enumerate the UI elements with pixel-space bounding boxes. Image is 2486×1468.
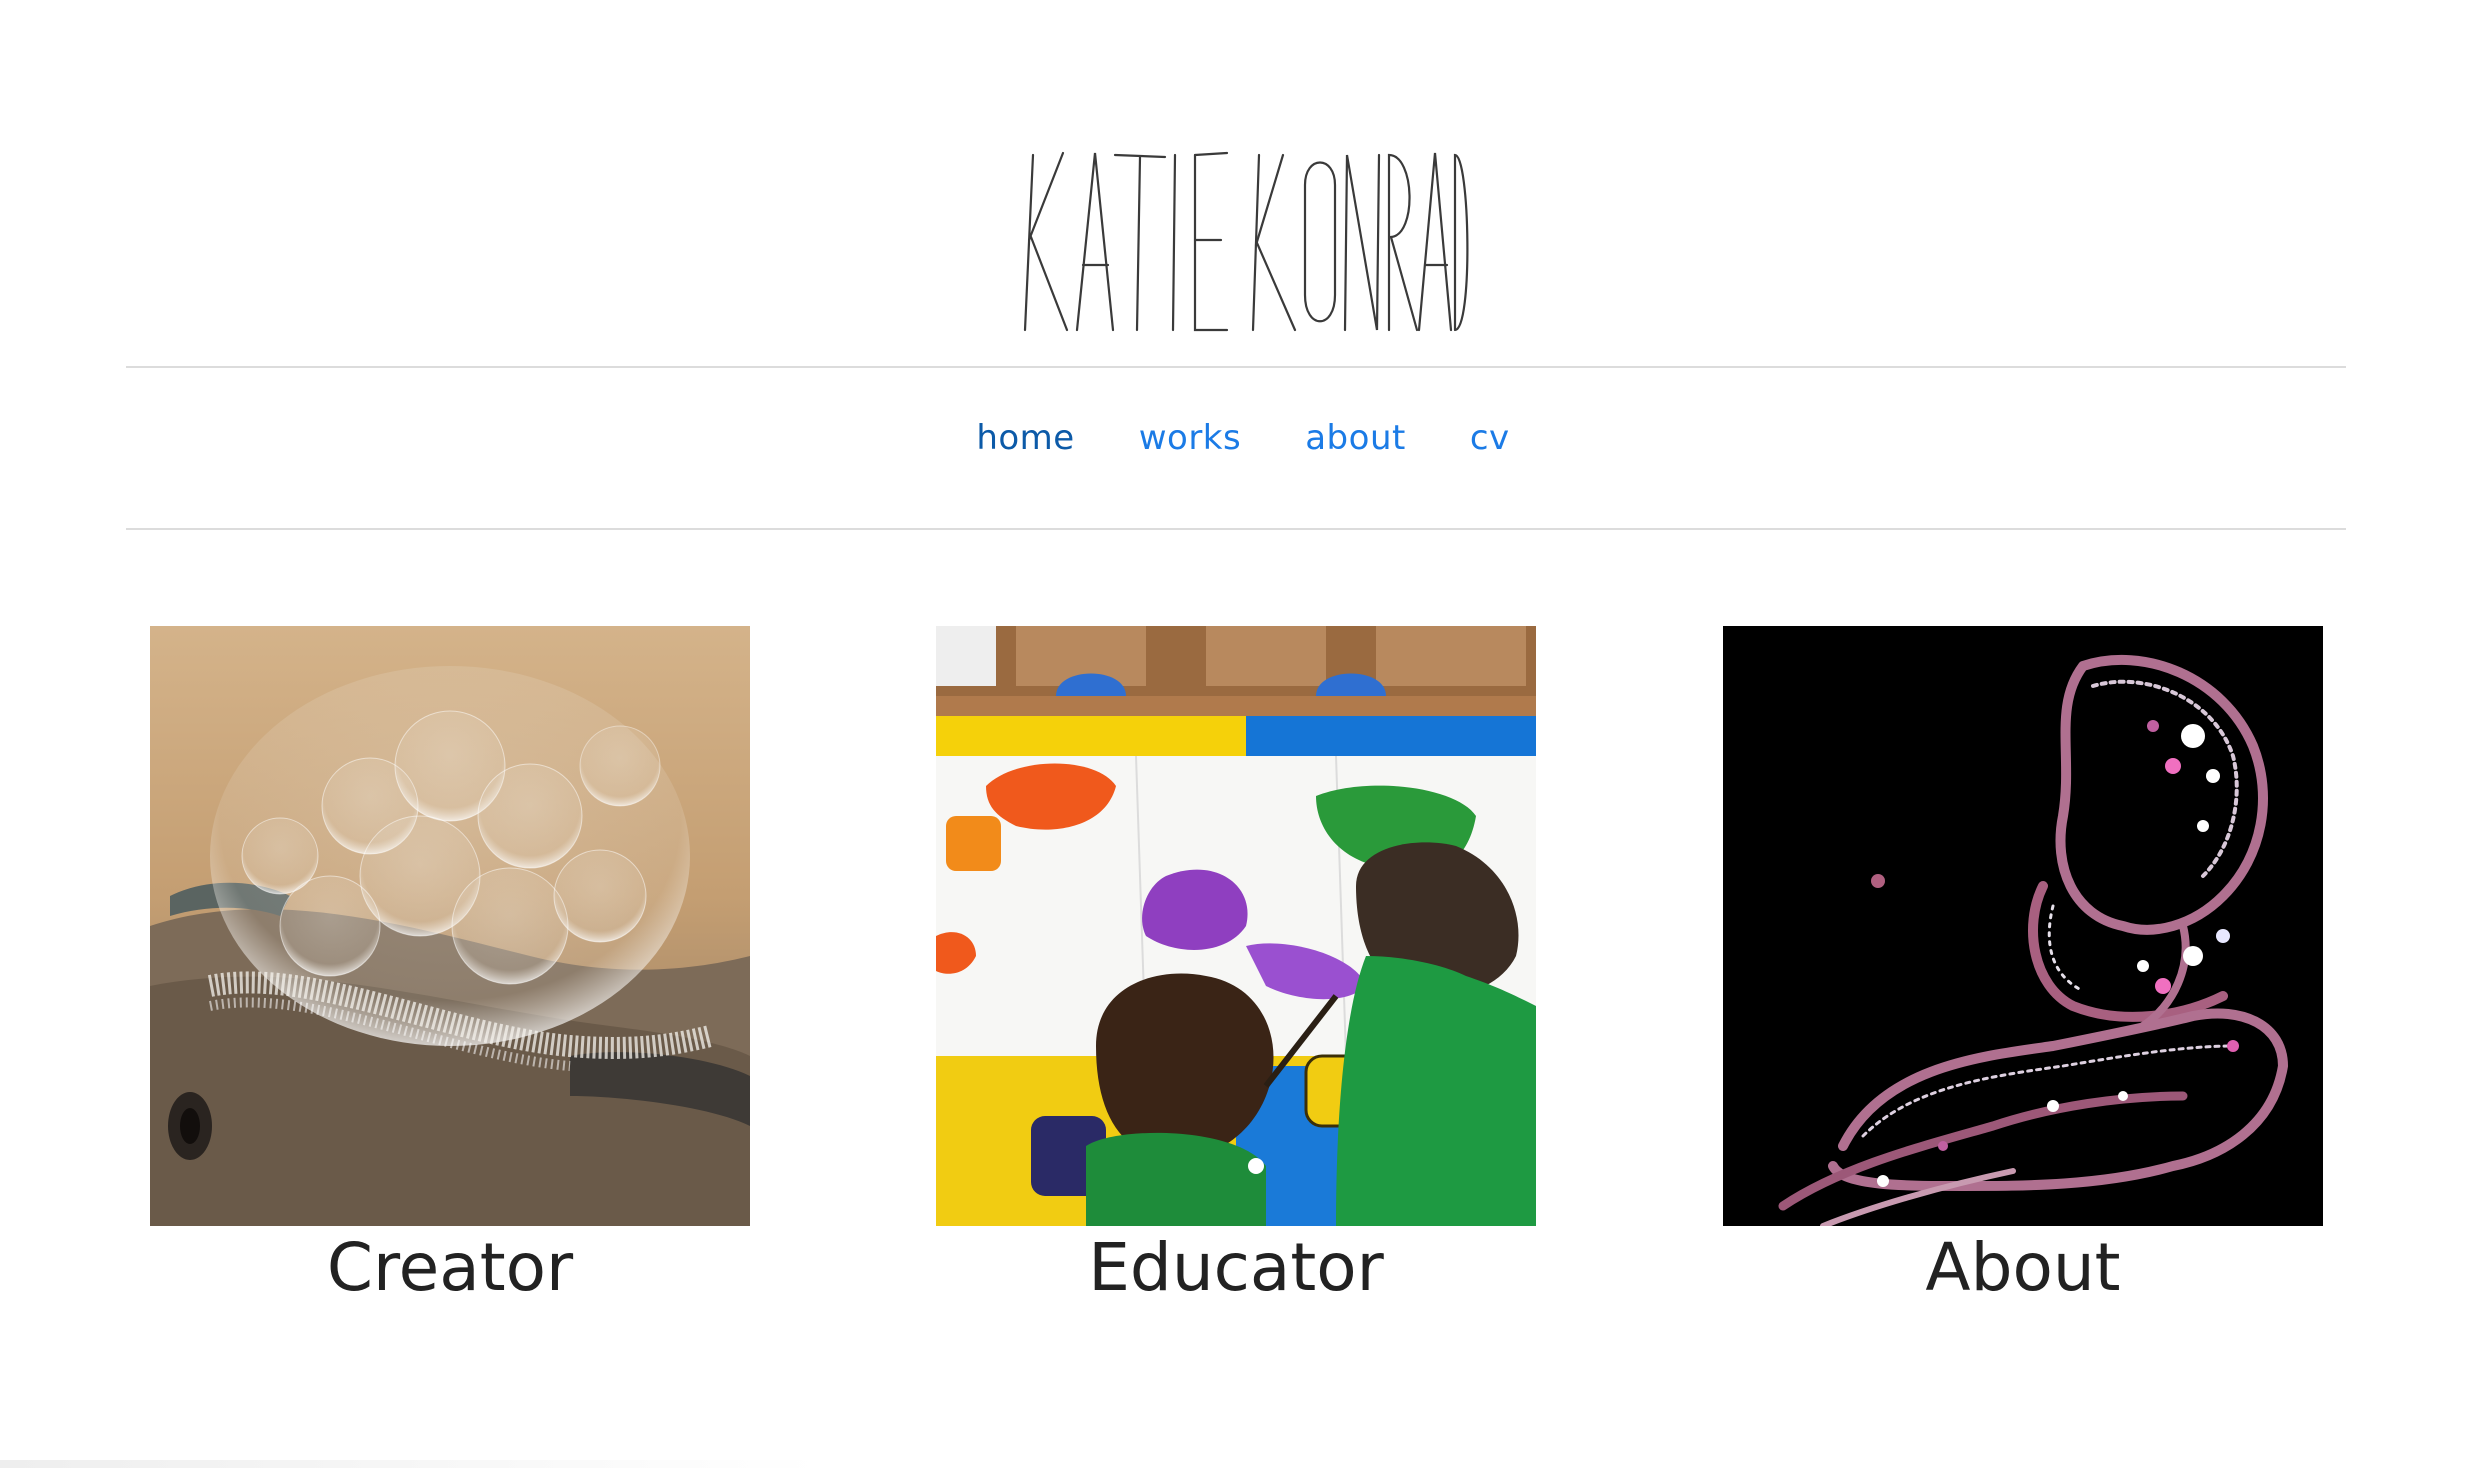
educator-caption[interactable]: Educator bbox=[936, 1228, 1536, 1308]
nav-home[interactable]: home bbox=[976, 418, 1074, 458]
nav-about[interactable]: about bbox=[1305, 418, 1406, 458]
educator-image[interactable] bbox=[936, 626, 1536, 1226]
educator-card: Educator bbox=[936, 626, 1536, 1308]
about-caption[interactable]: About bbox=[1723, 1228, 2323, 1308]
nav-works[interactable]: works bbox=[1139, 418, 1242, 458]
header-divider-bottom bbox=[126, 528, 2346, 530]
header-divider-top bbox=[126, 366, 2346, 368]
creator-image[interactable] bbox=[150, 626, 750, 1226]
main-nav: home works about cv bbox=[0, 418, 2486, 458]
bottom-fade bbox=[0, 1460, 820, 1468]
nav-cv[interactable]: cv bbox=[1470, 418, 1510, 458]
about-card: About bbox=[1723, 626, 2323, 1308]
site-logo[interactable] bbox=[1015, 125, 1470, 340]
about-image[interactable] bbox=[1723, 626, 2323, 1226]
page: home works about cv Creator Educator Abo… bbox=[0, 0, 2486, 1468]
creator-caption[interactable]: Creator bbox=[150, 1228, 750, 1308]
creator-card: Creator bbox=[150, 626, 750, 1308]
